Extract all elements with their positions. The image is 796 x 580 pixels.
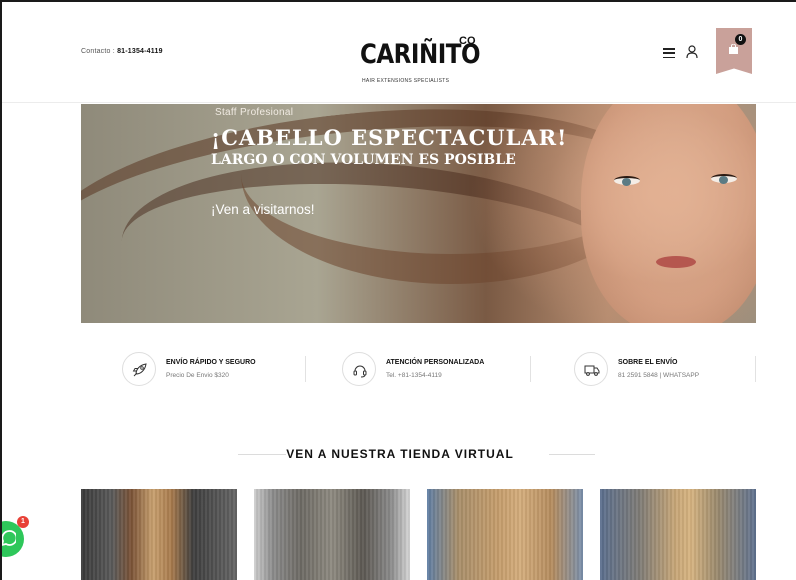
section-title: VEN A NUESTRA TIENDA VIRTUAL — [286, 447, 514, 461]
product-card-image[interactable] — [600, 489, 756, 580]
product-card-image[interactable] — [254, 489, 410, 580]
features-bar: ENVÍO RÁPIDO Y SEGURO Precio De Envio $3… — [81, 348, 756, 392]
feature-icon-circle — [574, 352, 608, 386]
hero-image-eye — [711, 174, 737, 184]
feature-icon-circle — [342, 352, 376, 386]
hero-image-lips — [656, 256, 696, 268]
product-card-image[interactable] — [81, 489, 237, 580]
whatsapp-notification-badge: 1 — [17, 516, 29, 528]
section-title-line-right — [549, 454, 595, 455]
hero-headline: ¡CABELLO ESPECTACULAR! — [211, 125, 568, 150]
contact-label: Contacto : — [81, 48, 118, 55]
feature-icon-circle — [122, 352, 156, 386]
product-card-image[interactable] — [427, 489, 583, 580]
whatsapp-icon — [2, 530, 16, 546]
headset-icon — [353, 365, 367, 378]
shopping-bag-icon — [729, 44, 738, 54]
logo-tagline: HAIR EXTENSIONS SPECIALISTS — [362, 78, 450, 84]
hamburger-menu-icon[interactable] — [663, 48, 675, 59]
contact-info: Contacto : 81-1354-4119 — [81, 48, 163, 55]
rocket-icon — [132, 363, 147, 377]
site-header: Contacto : 81-1354-4119 CARIÑITO CO HAIR… — [2, 2, 796, 103]
hero-subheadline: LARGO O CON VOLUMEN ES POSIBLE — [211, 152, 516, 168]
feature-subtitle: Precio De Envio $320 — [166, 372, 229, 379]
feature-divider — [530, 356, 531, 382]
feature-title: ENVÍO RÁPIDO Y SEGURO — [166, 359, 256, 366]
logo-superscript: CO — [459, 35, 476, 47]
feature-title: ATENCIÓN PERSONALIZADA — [386, 359, 485, 366]
user-account-icon[interactable] — [686, 45, 698, 59]
contact-phone[interactable]: 81-1354-4119 — [117, 48, 163, 55]
hero-cta-link[interactable]: ¡Ven a visitarnos! — [211, 202, 315, 217]
feature-divider — [755, 356, 756, 382]
feature-subtitle: Tel. +81-1354-4119 — [386, 372, 442, 379]
feature-divider — [305, 356, 306, 382]
browser-page: Contacto : 81-1354-4119 CARIÑITO CO HAIR… — [0, 0, 796, 580]
feature-title: SOBRE EL ENVÍO — [618, 359, 678, 366]
truck-icon — [584, 365, 600, 376]
hero-kicker: Staff Profesional — [215, 107, 294, 118]
site-logo[interactable]: CARIÑITO CO HAIR EXTENSIONS SPECIALISTS — [360, 35, 481, 90]
cart-count-badge: 0 — [735, 34, 746, 45]
feature-subtitle: 81 2591 5848 | WHATSAPP — [618, 372, 700, 379]
hero-image-eye — [614, 176, 640, 186]
hero-banner[interactable]: Staff Profesional ¡CABELLO ESPECTACULAR!… — [81, 104, 756, 323]
